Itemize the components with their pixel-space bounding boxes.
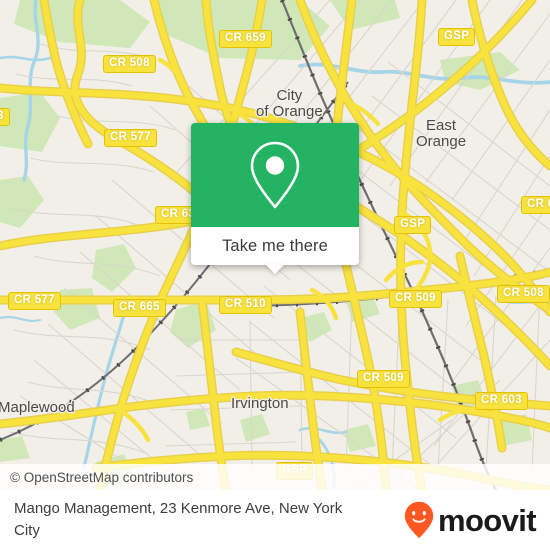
road-shield-cr-510[interactable]: CR 510 xyxy=(219,296,272,314)
moovit-wordmark: moovit xyxy=(437,502,537,538)
road-shield-cr-659[interactable]: CR 659 xyxy=(219,30,272,48)
road-shield-cr-508-top[interactable]: CR 508 xyxy=(103,55,156,73)
callout-tail xyxy=(265,264,285,274)
take-me-there-label: Take me there xyxy=(222,236,328,255)
callout-icon-area xyxy=(191,123,359,227)
location-title: Mango Management, 23 Kenmore Ave, New Yo… xyxy=(14,500,343,539)
location-pin-icon xyxy=(250,141,300,209)
map-attribution-bar: © OpenStreetMap contributors xyxy=(0,464,550,490)
location-callout-card[interactable]: Take me there xyxy=(191,123,359,274)
road-shield-cr-6-right[interactable]: CR 6 xyxy=(521,196,550,214)
road-shield-cr-577-top[interactable]: CR 577 xyxy=(104,129,157,147)
road-shield-cr-577-bottom[interactable]: CR 577 xyxy=(8,292,61,310)
road-shield-gsp-mid[interactable]: GSP xyxy=(394,216,432,234)
road-shield-cr-508-bottom[interactable]: CR 508 xyxy=(497,285,550,303)
moovit-logo[interactable]: moovit xyxy=(404,501,537,539)
map-screen: City of Orange East Orange Irvington Map… xyxy=(0,0,550,550)
callout-action-area[interactable]: Take me there xyxy=(191,227,359,274)
attribution-text[interactable]: © OpenStreetMap contributors xyxy=(0,470,193,485)
road-shield-cr-665[interactable]: CR 665 xyxy=(113,299,166,317)
road-shield-cr-509-top[interactable]: CR 509 xyxy=(389,290,442,308)
road-shield-gsp-top[interactable]: GSP xyxy=(438,28,476,46)
moovit-smiley-pin-icon xyxy=(404,501,434,539)
road-shield-cr-603[interactable]: CR 603 xyxy=(475,392,528,410)
road-shield-partial-left[interactable]: 3 xyxy=(0,108,10,126)
map-canvas[interactable]: City of Orange East Orange Irvington Map… xyxy=(0,0,550,490)
footer-bar: Mango Management, 23 Kenmore Ave, New Yo… xyxy=(0,490,550,550)
road-shield-cr-509-bottom[interactable]: CR 509 xyxy=(357,370,410,388)
